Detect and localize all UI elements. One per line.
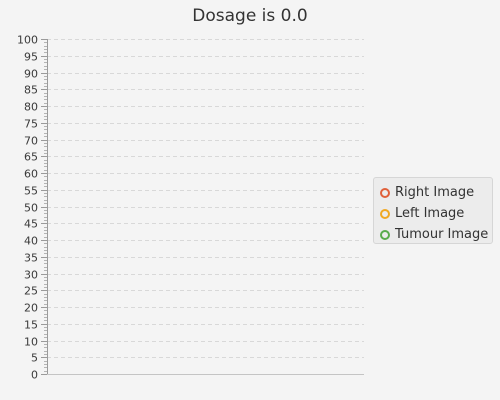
y-tick-label: 40 (24, 235, 38, 248)
y-tick-label: 95 (24, 51, 38, 64)
y-tick-label: 60 (24, 168, 38, 181)
y-tick-label: 0 (31, 369, 38, 382)
y-tick-label: 70 (24, 135, 38, 148)
y-tick-label: 65 (24, 151, 38, 164)
legend-label: Right Image (395, 185, 475, 200)
y-tick-label: 20 (24, 302, 38, 315)
y-tick-label: 30 (24, 269, 38, 282)
y-tick-label: 15 (24, 319, 38, 332)
legend-marker-icon (380, 229, 390, 240)
y-tick-label: 50 (24, 202, 38, 215)
y-tick-labels: 0 5 10 15 20 25 30 35 40 45 50 55 60 65 70 75 80 85 90 95 10… (17, 34, 38, 382)
grid-lines (47, 39, 364, 358)
y-tick-label: 90 (24, 68, 38, 81)
y-tick-label: 75 (24, 118, 38, 131)
y-tick-label: 25 (24, 285, 38, 298)
y-tick-label: 10 (24, 336, 38, 349)
y-tick-label: 5 (31, 352, 38, 365)
legend-label: Left Image (395, 206, 465, 221)
y-tick-label: 45 (24, 218, 38, 231)
legend-item: Tumour Image (380, 224, 492, 245)
legend-marker-icon (380, 187, 390, 198)
chart-window: Dosage is 0.0 0 5 10 15 20 25 30 35 40 45 50 55 60 65… (0, 0, 500, 400)
y-tick-label: 35 (24, 252, 38, 265)
y-tick-label: 100 (17, 34, 38, 47)
y-tick-label: 80 (24, 101, 38, 114)
y-tick-label: 55 (24, 185, 38, 198)
legend-marker-icon (380, 208, 390, 219)
legend: Right Image Left Image Tumour Image (373, 177, 493, 244)
legend-label: Tumour Image (395, 227, 489, 242)
legend-item: Left Image (380, 203, 492, 224)
legend-item: Right Image (380, 182, 492, 203)
y-tick-label: 85 (24, 84, 38, 97)
